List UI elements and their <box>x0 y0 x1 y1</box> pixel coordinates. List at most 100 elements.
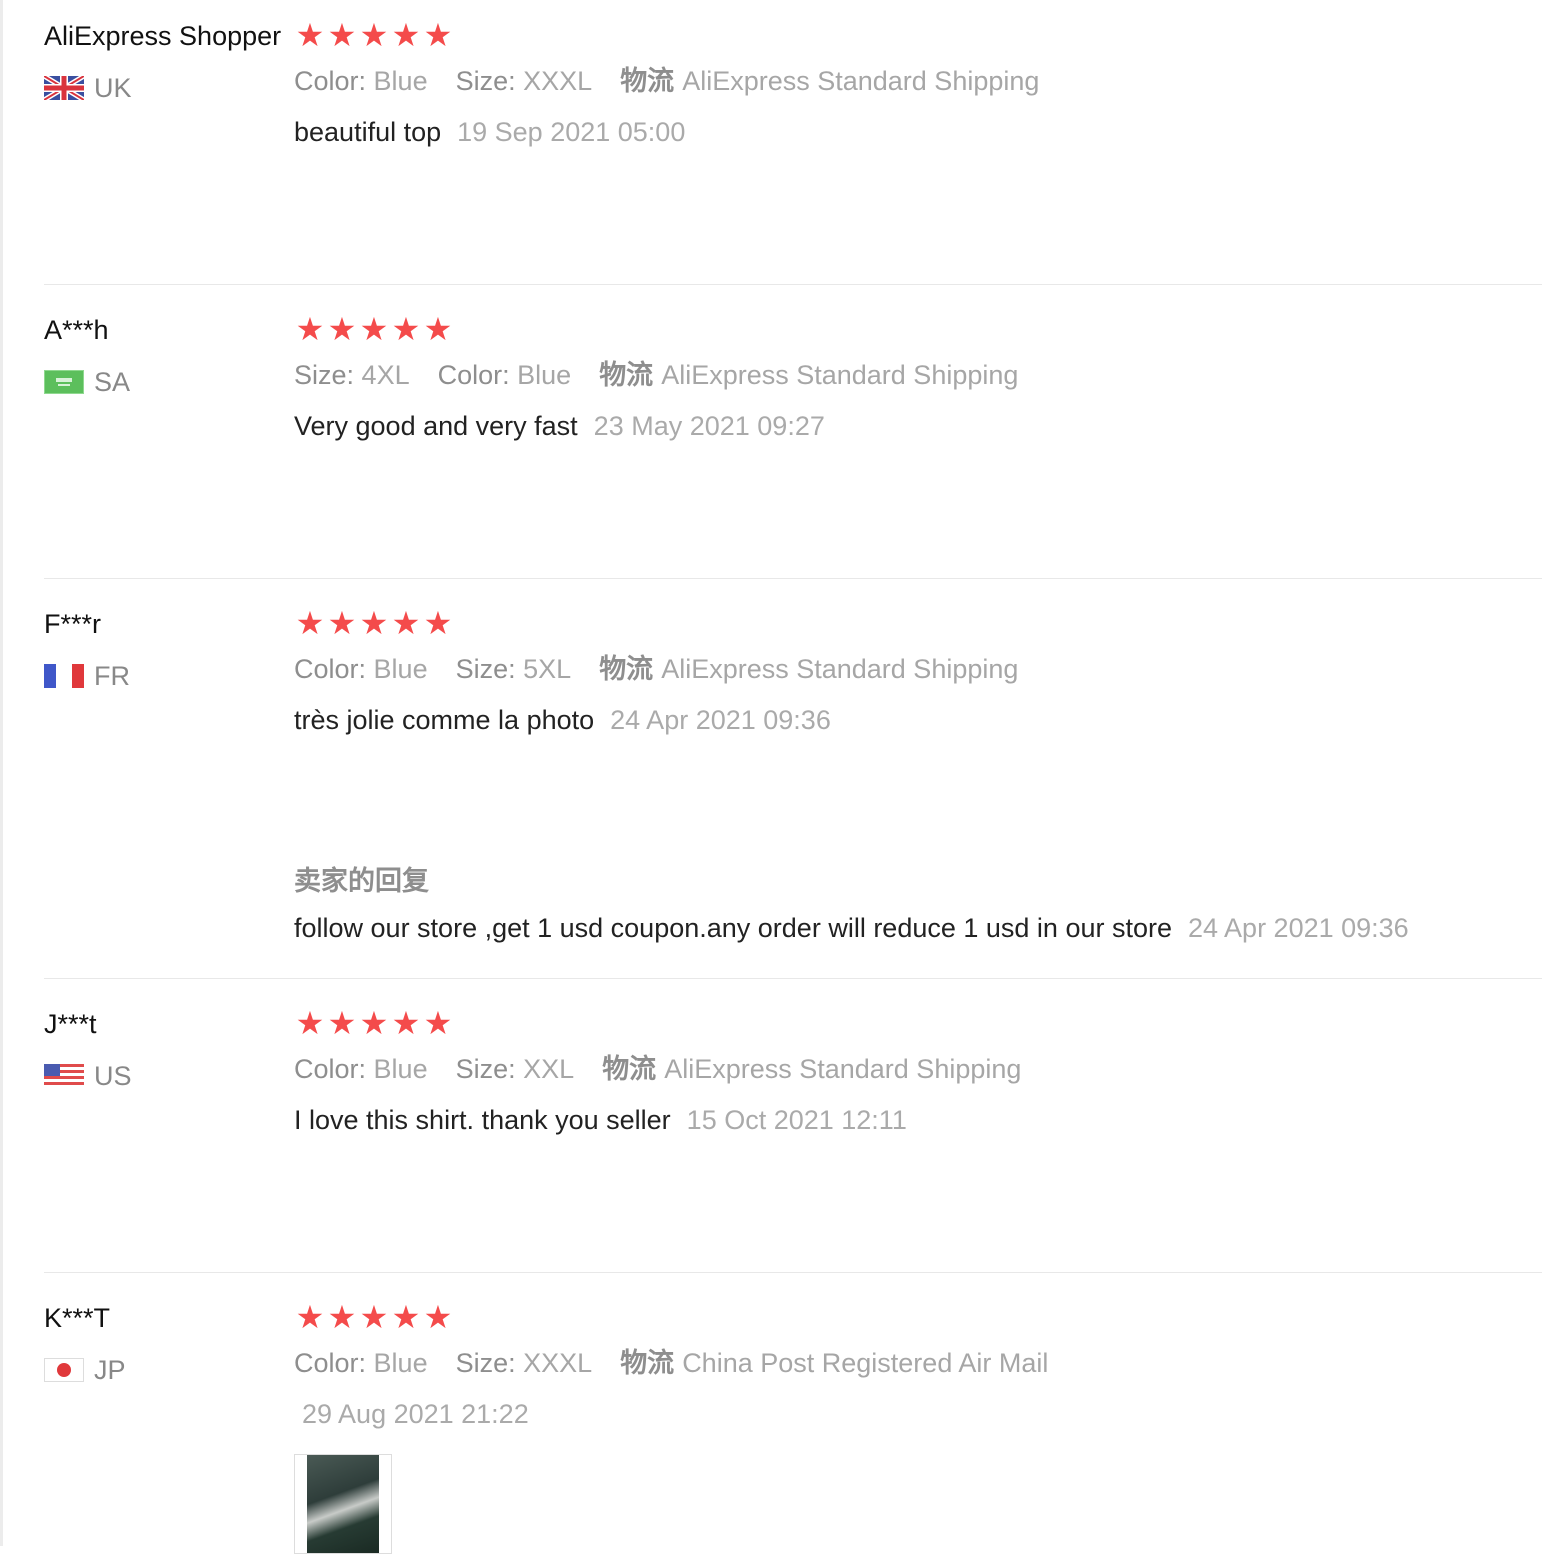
attr-size: Size: 4XL <box>294 358 410 392</box>
feedback-time: 23 May 2021 09:27 <box>593 411 825 441</box>
star-icon: ★ <box>391 1005 421 1041</box>
star-icon: ★ <box>423 1005 453 1041</box>
attr-shipping: 物流 China Post Registered Air Mail <box>620 1346 1048 1380</box>
us-flag-icon <box>44 1064 84 1088</box>
attr-key: Size: <box>455 1348 516 1378</box>
review-item: F***r FR ★ ★ ★ ★ ★ Color: Blue Size: 5XL… <box>44 605 1542 979</box>
attr-key: Color: <box>437 360 510 390</box>
attr-shipping: 物流 AliExpress Standard Shipping <box>602 1052 1021 1086</box>
attr-shipping: 物流 AliExpress Standard Shipping <box>620 64 1039 98</box>
review-photo-image <box>307 1455 379 1553</box>
sa-flag-icon <box>44 370 84 394</box>
shipping-value: AliExpress Standard Shipping <box>682 66 1040 96</box>
star-icon: ★ <box>295 17 325 53</box>
attr-shipping: 物流 AliExpress Standard Shipping <box>599 358 1018 392</box>
star-icon: ★ <box>423 311 453 347</box>
star-icon: ★ <box>423 17 453 53</box>
divider <box>44 284 1542 285</box>
country-code: JP <box>94 1355 126 1385</box>
star-icon: ★ <box>359 1299 389 1335</box>
reviewer-country: UK <box>44 72 132 104</box>
star-icon: ★ <box>423 1299 453 1335</box>
star-icon: ★ <box>327 1005 357 1041</box>
shipping-value: AliExpress Standard Shipping <box>661 654 1019 684</box>
star-rating: ★ ★ ★ ★ ★ <box>294 17 454 53</box>
star-icon: ★ <box>391 605 421 641</box>
reviewer-country: US <box>44 1060 132 1092</box>
reviewer-country: FR <box>44 660 130 692</box>
feedback-time: 24 Apr 2021 09:36 <box>610 705 831 735</box>
attr-value: XXXL <box>523 66 593 96</box>
attr-size: Size: XXXL <box>456 1346 593 1380</box>
star-rating: ★ ★ ★ ★ ★ <box>294 1005 454 1041</box>
review-item: K***T JP ★ ★ ★ ★ ★ Color: Blue Size: XXX… <box>44 1299 1542 1554</box>
reviewer-name: AliExpress Shopper <box>44 21 282 51</box>
feedback-text: beautiful top <box>294 117 442 147</box>
attr-color: Color: Blue <box>438 358 572 392</box>
attr-key: Size: <box>455 1054 516 1084</box>
review-item: J***t US ★ ★ ★ ★ ★ Color: Blue Size: XXL… <box>44 1005 1542 1273</box>
country-code: UK <box>94 73 132 103</box>
divider <box>44 578 1542 579</box>
shipping-key: 物流 <box>602 1054 657 1084</box>
feedback-text: I love this shirt. thank you seller <box>294 1105 671 1135</box>
reviewer-name: K***T <box>44 1303 111 1333</box>
feedback-line: beautiful top 19 Sep 2021 05:00 <box>294 114 685 150</box>
shipping-key: 物流 <box>620 66 675 96</box>
star-icon: ★ <box>359 17 389 53</box>
attr-key: Size: <box>455 654 516 684</box>
feedback-line: très jolie comme la photo 24 Apr 2021 09:… <box>294 702 831 738</box>
attr-shipping: 物流 AliExpress Standard Shipping <box>599 652 1018 686</box>
review-photo-thumbnail[interactable] <box>294 1454 392 1554</box>
attr-size: Size: XXL <box>456 1052 575 1086</box>
country-code: US <box>94 1061 132 1091</box>
star-icon: ★ <box>327 1299 357 1335</box>
attr-size: Size: XXXL <box>456 64 593 98</box>
reviewer-country: JP <box>44 1354 126 1386</box>
shipping-value: AliExpress Standard Shipping <box>664 1054 1022 1084</box>
attr-value: XXL <box>523 1054 575 1084</box>
attr-value: Blue <box>373 654 428 684</box>
shipping-key: 物流 <box>620 1348 675 1378</box>
feedback-line: I love this shirt. thank you seller 15 Oc… <box>294 1102 907 1138</box>
order-attributes: Color: Blue Size: XXXL 物流 AliExpress Stan… <box>294 64 1067 98</box>
attr-color: Color: Blue <box>294 1346 428 1380</box>
uk-flag-icon <box>44 76 84 100</box>
star-icon: ★ <box>423 605 453 641</box>
star-icon: ★ <box>295 605 325 641</box>
divider <box>44 978 1542 979</box>
attr-value: 5XL <box>523 654 572 684</box>
page-left-border <box>0 0 3 1546</box>
star-icon: ★ <box>391 1299 421 1335</box>
attr-key: Color: <box>294 66 367 96</box>
review-item: AliExpress Shopper UK ★ ★ ★ ★ ★ Color: B… <box>44 17 1542 285</box>
seller-reply: follow our store ,get 1 usd coupon.any o… <box>294 910 1409 946</box>
star-rating: ★ ★ ★ ★ ★ <box>294 1299 454 1335</box>
reviewer-name: F***r <box>44 609 102 639</box>
feedback-time: 19 Sep 2021 05:00 <box>457 117 686 147</box>
country-code: SA <box>94 367 131 397</box>
attr-key: Color: <box>294 654 367 684</box>
attr-size: Size: 5XL <box>456 652 572 686</box>
attr-value: Blue <box>517 360 572 390</box>
attr-key: Size: <box>294 360 355 390</box>
order-attributes: Color: Blue Size: XXXL 物流 China Post Regi… <box>294 1346 1076 1380</box>
attr-value: Blue <box>373 1348 428 1378</box>
attr-key: Color: <box>294 1054 367 1084</box>
attr-key: Color: <box>294 1348 367 1378</box>
star-icon: ★ <box>295 311 325 347</box>
star-icon: ★ <box>391 311 421 347</box>
shipping-key: 物流 <box>599 360 654 390</box>
order-attributes: Size: 4XL Color: Blue 物流 AliExpress Stand… <box>294 358 1046 392</box>
star-rating: ★ ★ ★ ★ ★ <box>294 605 454 641</box>
seller-reply-title: 卖家的回复 <box>294 866 429 896</box>
attr-value: XXXL <box>523 1348 593 1378</box>
shipping-value: China Post Registered Air Mail <box>682 1348 1049 1378</box>
jp-flag-icon <box>44 1358 84 1382</box>
attr-value: 4XL <box>361 360 410 390</box>
seller-reply-time: 24 Apr 2021 09:36 <box>1188 913 1409 943</box>
attr-color: Color: Blue <box>294 64 428 98</box>
country-code: FR <box>94 661 130 691</box>
attr-color: Color: Blue <box>294 1052 428 1086</box>
star-rating: ★ ★ ★ ★ ★ <box>294 311 454 347</box>
